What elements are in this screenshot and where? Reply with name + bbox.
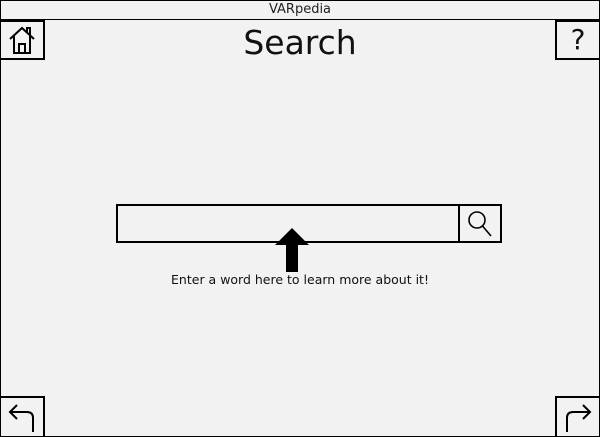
magnifier-icon [468, 210, 492, 237]
help-button[interactable]: ? [555, 20, 599, 60]
search-button[interactable] [458, 206, 500, 241]
back-button[interactable] [1, 396, 45, 436]
up-arrow-icon [275, 228, 309, 272]
app-window: VARpedia Search ? Enter a word here to l… [0, 0, 600, 437]
forward-arrow-icon [566, 404, 592, 432]
window-title: VARpedia [1, 1, 599, 20]
help-label: ? [570, 23, 586, 56]
hint-text: Enter a word here to learn more about it… [171, 272, 429, 287]
forward-button[interactable] [555, 396, 599, 436]
back-arrow-icon [8, 404, 34, 432]
page-title: Search [243, 23, 357, 62]
